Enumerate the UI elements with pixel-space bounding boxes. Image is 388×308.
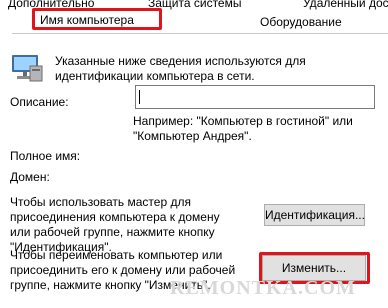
- description-example: Например: "Компьютер в гостиной" или "Ко…: [133, 114, 353, 143]
- full-name-label: Полное имя:: [10, 149, 81, 163]
- computer-network-icon: [12, 55, 43, 82]
- identification-button[interactable]: Идентификация...: [264, 204, 365, 226]
- computer-name-panel: Указанные ниже сведения используются для…: [0, 0, 388, 308]
- info-text: Указанные ниже сведения используются для…: [55, 54, 306, 83]
- description-label: Описание:: [10, 95, 69, 109]
- watermark: REMONTKA.COM: [170, 277, 356, 299]
- description-input[interactable]: [135, 85, 375, 109]
- domain-label: Домен:: [10, 170, 50, 184]
- identification-text: Чтобы использовать мастер для присоедине…: [10, 195, 220, 254]
- text-caret: [139, 90, 140, 104]
